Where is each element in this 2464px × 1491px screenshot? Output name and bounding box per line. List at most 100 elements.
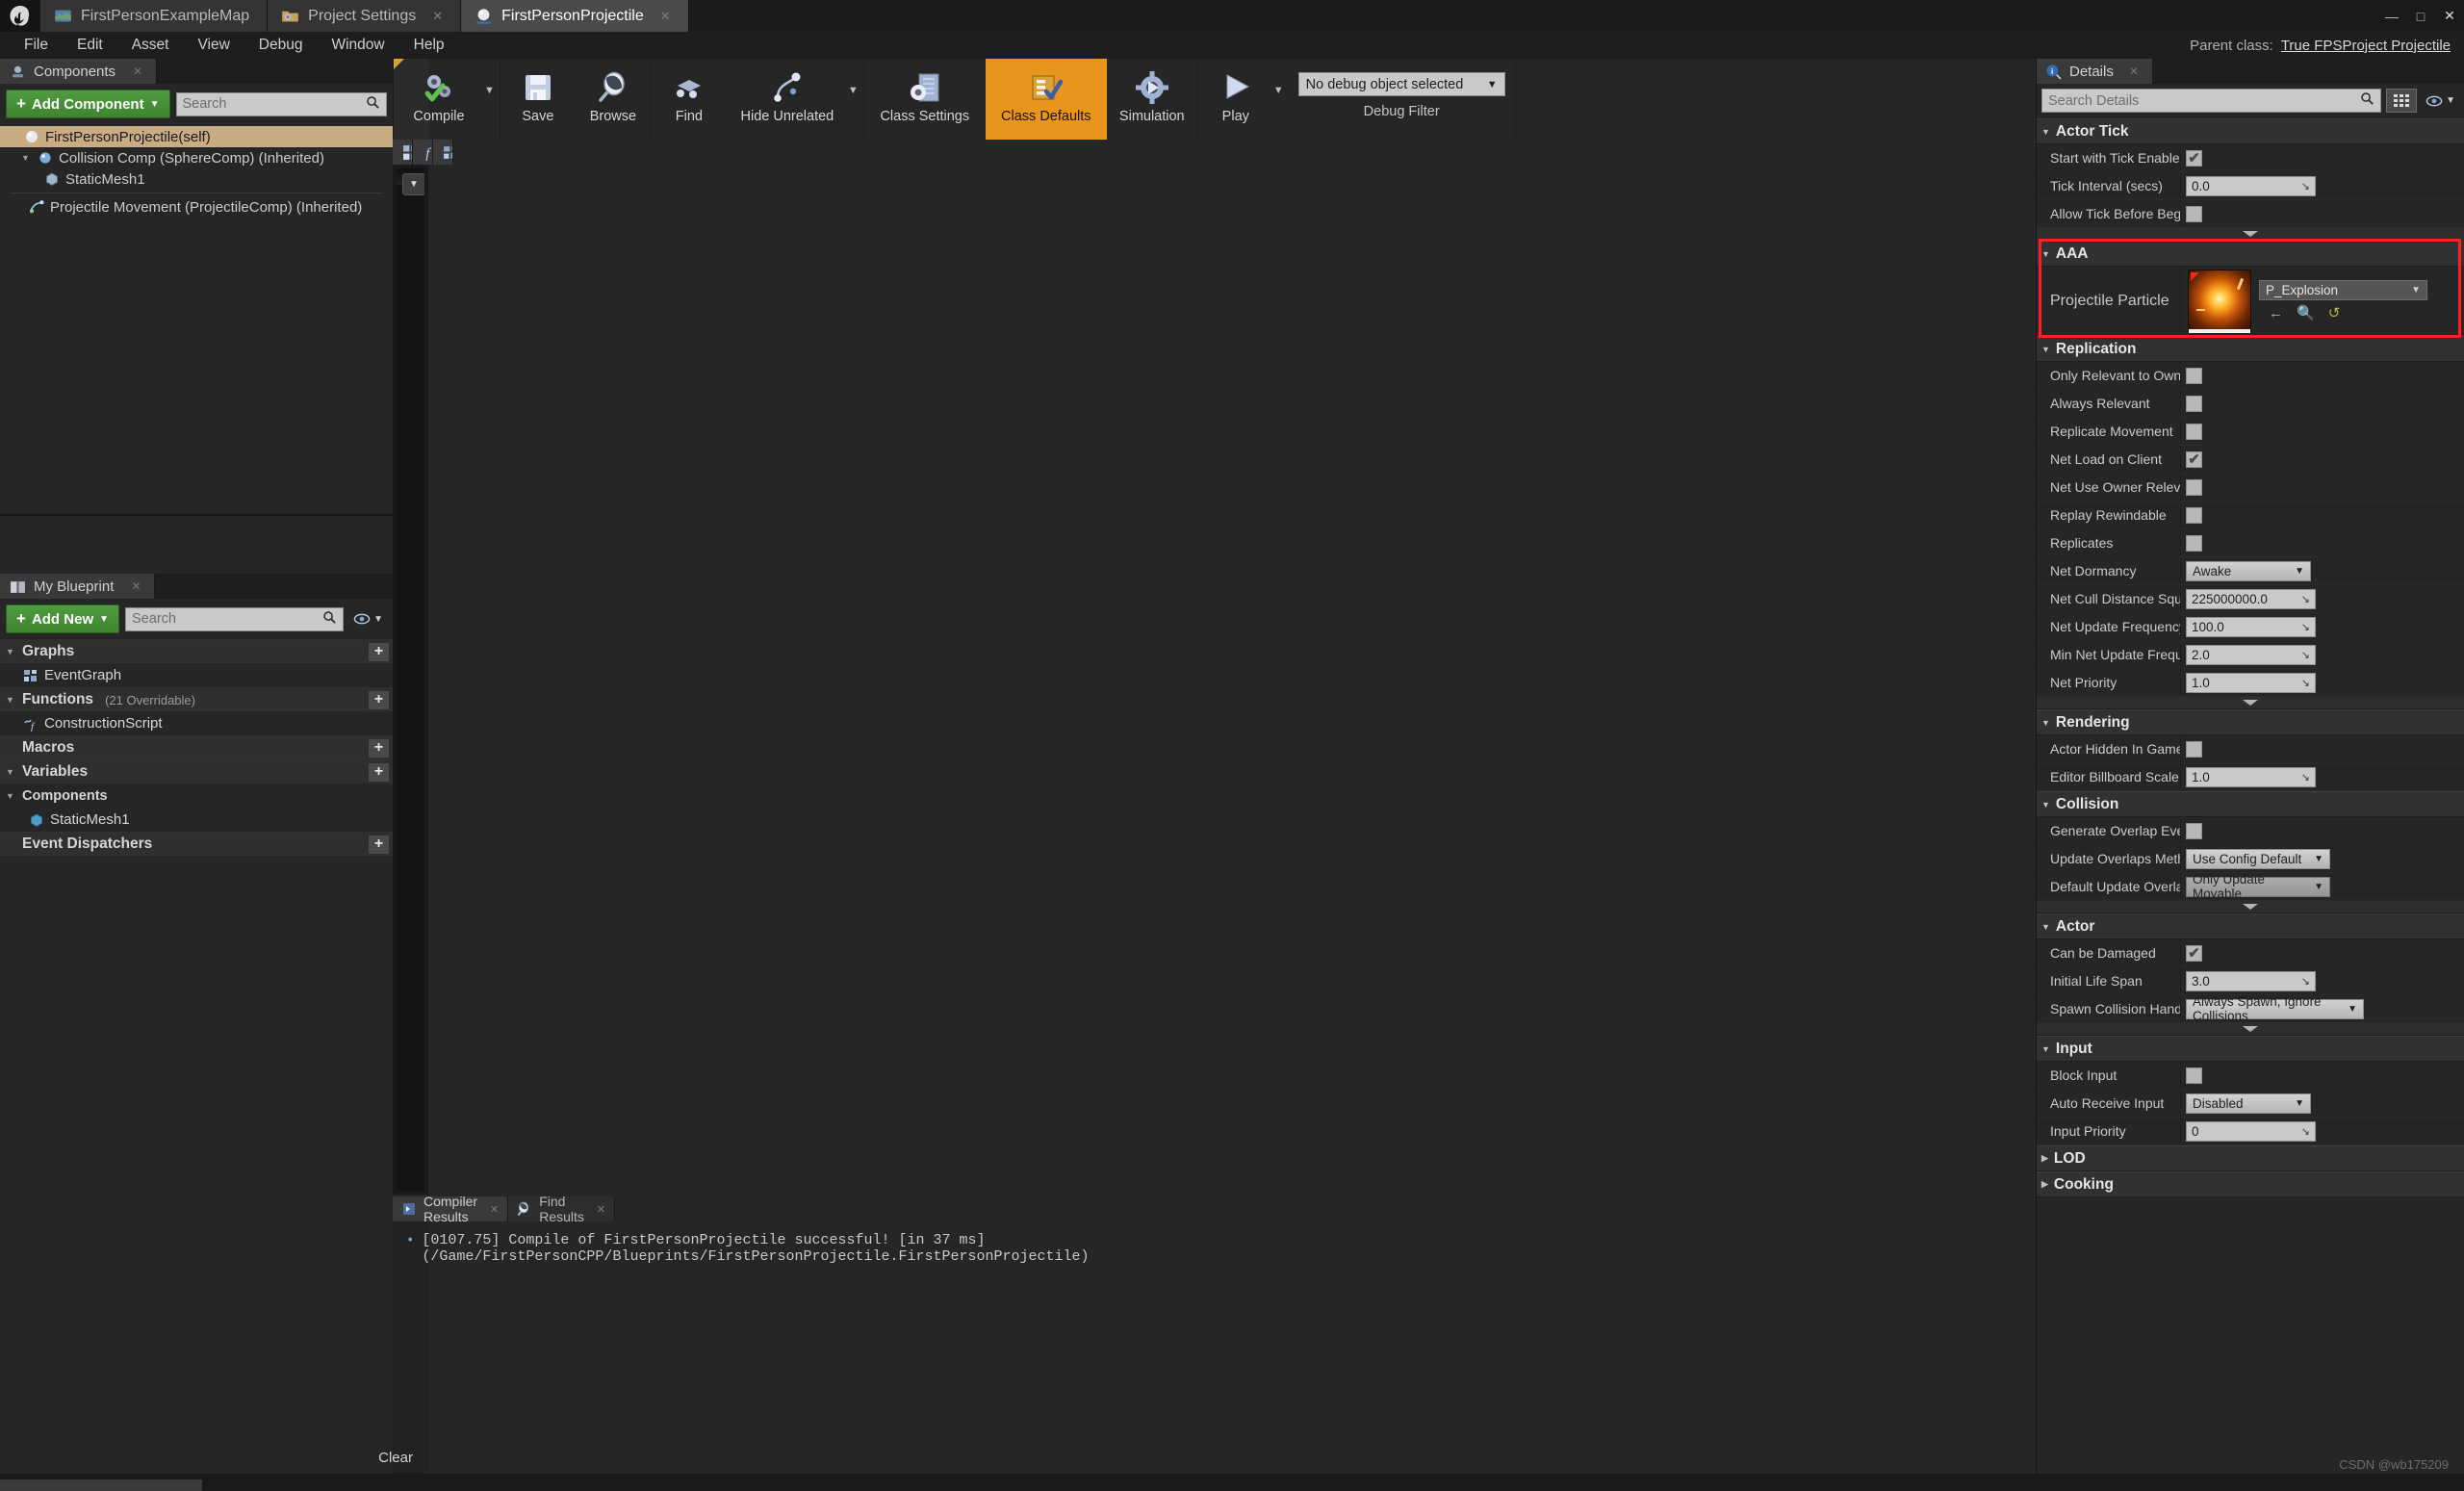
menu-item-help[interactable]: Help bbox=[399, 32, 459, 59]
mb-category-event-dispatchers[interactable]: Event Dispatchers + bbox=[0, 832, 393, 856]
number-input-net-update-frequency[interactable]: 100.0 ↘ bbox=[2186, 616, 2316, 637]
close-icon[interactable]: ✕ bbox=[432, 9, 443, 24]
section-header-input[interactable]: ▼ Input bbox=[2037, 1036, 2464, 1062]
spinner-icon[interactable]: ↘ bbox=[2301, 975, 2310, 988]
number-input-tick-interval[interactable]: 0.0 ↘ bbox=[2186, 175, 2316, 196]
section-header-aaa[interactable]: ▼ AAA bbox=[2037, 241, 2464, 267]
close-icon[interactable]: ✕ bbox=[597, 1203, 605, 1216]
parent-class-link[interactable]: True FPSProject Projectile bbox=[2281, 38, 2451, 54]
section-collapse-bar[interactable] bbox=[2037, 1023, 2464, 1036]
number-input-net-priority[interactable]: 1.0 ↘ bbox=[2186, 672, 2316, 693]
close-icon[interactable]: ✕ bbox=[490, 1203, 499, 1216]
section-header-actor-tick[interactable]: ▼ Actor Tick bbox=[2037, 118, 2464, 144]
dropdown-default-update-overlaps[interactable]: Only Update Movable ▼ bbox=[2186, 872, 2330, 901]
add-icon[interactable]: + bbox=[369, 738, 389, 758]
checkbox-actor-hidden-in-game[interactable] bbox=[2186, 740, 2202, 758]
play-button[interactable]: Play bbox=[1198, 59, 1273, 140]
save-button[interactable]: Save bbox=[500, 59, 576, 140]
mb-category-graphs[interactable]: ▼ Graphs + bbox=[0, 639, 393, 663]
section-collapse-bar[interactable] bbox=[2037, 228, 2464, 241]
checkbox-only-relevant-to-owner[interactable] bbox=[2186, 367, 2202, 384]
spinner-icon[interactable]: ↘ bbox=[2301, 1125, 2310, 1138]
reset-to-default-icon[interactable]: ↺ bbox=[2328, 304, 2341, 321]
spinner-icon[interactable]: ↘ bbox=[2301, 621, 2310, 633]
tab-construction-script[interactable]: f Construction Scrip ✕ bbox=[413, 140, 433, 165]
dropdown-spawn-collision-handling[interactable]: Always Spawn, Ignore Collisions ▼ bbox=[2186, 994, 2364, 1023]
menu-item-view[interactable]: View bbox=[183, 32, 244, 59]
dropdown-update-overlaps-method[interactable]: Use Config Default ▼ bbox=[2186, 848, 2330, 869]
checkbox-net-use-owner-relevancy[interactable] bbox=[2186, 478, 2202, 496]
hide-unrelated-button[interactable]: Hide Unrelated bbox=[727, 59, 848, 140]
close-icon[interactable]: ✕ bbox=[133, 64, 142, 78]
section-header-actor[interactable]: ▼ Actor bbox=[2037, 913, 2464, 939]
section-header-lod[interactable]: ▶ LOD bbox=[2037, 1145, 2464, 1171]
play-options-dropdown[interactable]: ▼ bbox=[1273, 59, 1289, 140]
tab-event-graph[interactable]: Event Graph ✕ bbox=[433, 140, 453, 165]
tree-arrow[interactable]: ▼ bbox=[6, 767, 16, 777]
window-tab-firstpersonprojectile[interactable]: FirstPersonProjectile ✕ bbox=[461, 0, 689, 32]
number-input-initial-life-span[interactable]: 3.0 ↘ bbox=[2186, 970, 2316, 991]
window-tab-map[interactable]: FirstPersonExampleMap bbox=[40, 0, 269, 32]
tab-details[interactable]: i Details ✕ bbox=[2037, 59, 2153, 84]
mb-subcategory-components[interactable]: ▼ Components bbox=[0, 784, 393, 808]
component-row-staticmesh[interactable]: StaticMesh1 bbox=[0, 168, 393, 190]
component-row-self[interactable]: FirstPersonProjectile(self) bbox=[0, 126, 393, 147]
tab-compiler-results[interactable]: Compiler Results ✕ bbox=[393, 1194, 509, 1224]
add-icon[interactable]: + bbox=[369, 835, 389, 854]
mb-item-eventgraph[interactable]: EventGraph bbox=[0, 663, 393, 687]
section-header-replication[interactable]: ▼ Replication bbox=[2037, 336, 2464, 362]
add-new-button[interactable]: + Add New ▼ bbox=[6, 604, 120, 633]
tab-components[interactable]: Components ✕ bbox=[0, 59, 158, 84]
menu-item-debug[interactable]: Debug bbox=[244, 32, 318, 59]
section-collapse-bar[interactable] bbox=[2037, 901, 2464, 913]
details-visibility-button[interactable]: ▼ bbox=[2422, 94, 2459, 108]
tab-viewport[interactable]: Viewport ✕ bbox=[393, 140, 413, 165]
checkbox-allow-tick-before-begin[interactable] bbox=[2186, 205, 2202, 222]
add-component-button[interactable]: + Add Component ▼ bbox=[6, 90, 170, 118]
section-header-cooking[interactable]: ▶ Cooking bbox=[2037, 1171, 2464, 1197]
mb-item-constructionscript[interactable]: f ConstructionScript bbox=[0, 711, 393, 735]
add-icon[interactable]: + bbox=[369, 690, 389, 709]
explosion-thumbnail[interactable] bbox=[2188, 269, 2251, 333]
window-tab-project-settings[interactable]: Project Settings ✕ bbox=[268, 0, 462, 32]
menu-item-window[interactable]: Window bbox=[317, 32, 398, 59]
my-blueprint-search-input[interactable]: Search bbox=[125, 606, 345, 631]
tree-arrow-expanded[interactable]: ▼ bbox=[21, 153, 32, 163]
section-header-collision[interactable]: ▼ Collision bbox=[2037, 791, 2464, 817]
component-row-collision[interactable]: ▼ Collision Comp (SphereComp) (Inherited… bbox=[0, 147, 393, 168]
viewport-3d[interactable]: z x y ▼ Perspective bbox=[397, 168, 424, 1191]
mb-category-functions[interactable]: ▼ Functions (21 Overridable) + bbox=[0, 687, 393, 711]
minimize-icon[interactable]: — bbox=[2377, 4, 2406, 29]
tab-my-blueprint[interactable]: My Blueprint ✕ bbox=[0, 574, 156, 599]
checkbox-generate-overlap-events[interactable] bbox=[2186, 822, 2202, 839]
spinner-icon[interactable]: ↘ bbox=[2301, 180, 2310, 193]
dropdown-net-dormancy[interactable]: Awake ▼ bbox=[2186, 560, 2311, 581]
components-search-input[interactable]: Search bbox=[175, 91, 387, 116]
checkbox-replicates[interactable] bbox=[2186, 534, 2202, 552]
spinner-icon[interactable]: ↘ bbox=[2301, 649, 2310, 661]
clear-log-button[interactable]: Clear bbox=[378, 1450, 413, 1466]
find-button[interactable]: Find bbox=[652, 59, 727, 140]
class-defaults-button[interactable]: Class Defaults bbox=[985, 59, 1107, 140]
menu-item-edit[interactable]: Edit bbox=[63, 32, 117, 59]
close-icon[interactable]: ✕ bbox=[131, 579, 141, 593]
details-grid-view-button[interactable] bbox=[2386, 89, 2418, 113]
visibility-options-button[interactable]: ▼ bbox=[349, 612, 387, 626]
checkbox-start-with-tick-enabled[interactable]: ✔ bbox=[2186, 149, 2202, 167]
close-icon[interactable]: ✕ bbox=[2129, 64, 2139, 78]
section-collapse-bar[interactable] bbox=[2037, 697, 2464, 709]
menu-item-asset[interactable]: Asset bbox=[117, 32, 184, 59]
maximize-icon[interactable]: □ bbox=[2406, 4, 2435, 29]
menu-item-file[interactable]: File bbox=[10, 32, 63, 59]
checkbox-replicate-movement[interactable] bbox=[2186, 423, 2202, 440]
checkbox-always-relevant[interactable] bbox=[2186, 395, 2202, 412]
browse-button[interactable]: Browse bbox=[576, 59, 651, 140]
mb-category-variables[interactable]: ▼ Variables + bbox=[0, 759, 393, 784]
close-icon[interactable]: ✕ bbox=[2435, 4, 2464, 29]
browse-to-asset-icon[interactable]: 🔍 bbox=[2297, 304, 2315, 321]
debug-object-dropdown[interactable]: No debug object selected ▼ bbox=[1297, 72, 1505, 96]
spinner-icon[interactable]: ↘ bbox=[2301, 593, 2310, 605]
compiler-log-line[interactable]: • [0107.75] Compile of FirstPersonProjec… bbox=[397, 1227, 1090, 1270]
number-input-editor-billboard-scale[interactable]: 1.0 ↘ bbox=[2186, 766, 2316, 787]
number-input-min-net-update-frequency[interactable]: 2.0 ↘ bbox=[2186, 644, 2316, 665]
